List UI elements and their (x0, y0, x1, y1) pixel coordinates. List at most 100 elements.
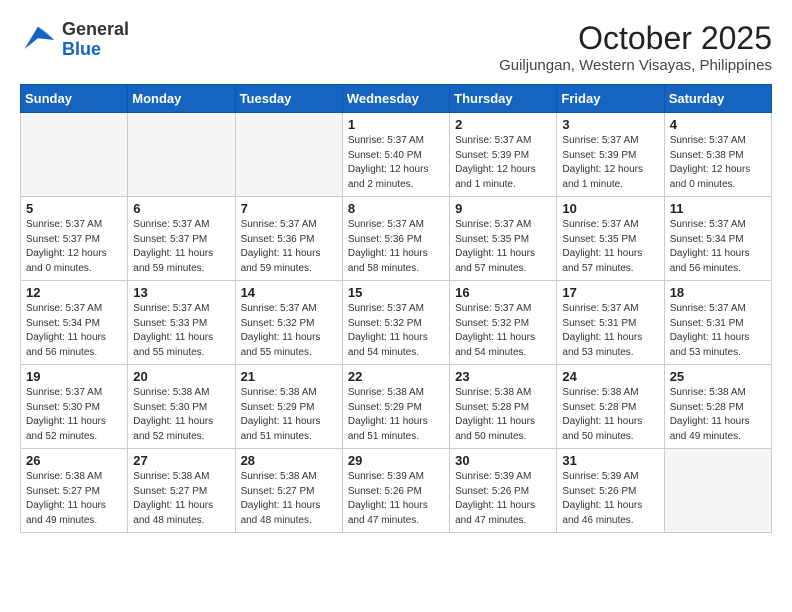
location-title: Guiljungan, Western Visayas, Philippines (499, 57, 772, 74)
calendar-week-row: 5Sunrise: 5:37 AMSunset: 5:37 PMDaylight… (21, 197, 772, 281)
day-info: Sunrise: 5:37 AMSunset: 5:34 PMDaylight:… (26, 302, 122, 360)
weekday-header-cell: Sunday (21, 85, 128, 113)
day-info: Sunrise: 5:37 AMSunset: 5:34 PMDaylight:… (670, 218, 766, 276)
day-info: Sunrise: 5:38 AMSunset: 5:30 PMDaylight:… (133, 386, 229, 444)
day-number: 25 (670, 369, 766, 384)
day-info: Sunrise: 5:37 AMSunset: 5:38 PMDaylight:… (670, 134, 766, 192)
calendar-day-cell: 13 Sunrise: 5:37 AMSunset: 5:33 PMDayligh… (128, 281, 235, 365)
weekday-header-cell: Wednesday (342, 85, 449, 113)
calendar-day-cell: 25Sunrise: 5:38 AMSunset: 5:28 PMDayligh… (664, 365, 771, 449)
calendar-day-cell: 18 Sunrise: 5:37 AMSunset: 5:31 PMDayligh… (664, 281, 771, 365)
calendar-day-cell: 20 Sunrise: 5:38 AMSunset: 5:30 PMDayligh… (128, 365, 235, 449)
day-info: Sunrise: 5:37 AMSunset: 5:30 PMDaylight:… (26, 386, 122, 444)
day-number: 3 (562, 117, 658, 132)
day-info: Sunrise: 5:37 AMSunset: 5:35 PMDaylight:… (562, 218, 658, 276)
calendar-week-row: 26 Sunrise: 5:38 AMSunset: 5:27 PMDayligh… (21, 449, 772, 533)
day-number: 9 (455, 201, 551, 216)
day-number: 23 (455, 369, 551, 384)
calendar-day-cell: 31 Sunrise: 5:39 AMSunset: 5:26 PMDayligh… (557, 449, 664, 533)
calendar-day-cell: 11 Sunrise: 5:37 AMSunset: 5:34 PMDayligh… (664, 197, 771, 281)
calendar-day-cell: 1Sunrise: 5:37 AMSunset: 5:40 PMDaylight… (342, 113, 449, 197)
calendar-body: 1Sunrise: 5:37 AMSunset: 5:40 PMDaylight… (21, 113, 772, 533)
day-number: 19 (26, 369, 122, 384)
day-number: 17 (562, 285, 658, 300)
day-info: Sunrise: 5:39 AMSunset: 5:26 PMDaylight:… (562, 470, 658, 528)
day-info: Sunrise: 5:37 AMSunset: 5:37 PMDaylight:… (26, 218, 122, 276)
day-number: 26 (26, 453, 122, 468)
day-info: Sunrise: 5:38 AMSunset: 5:27 PMDaylight:… (241, 470, 337, 528)
day-info: Sunrise: 5:37 AMSunset: 5:37 PMDaylight:… (133, 218, 229, 276)
calendar-day-cell: 8 Sunrise: 5:37 AMSunset: 5:36 PMDaylight… (342, 197, 449, 281)
day-number: 27 (133, 453, 229, 468)
day-number: 29 (348, 453, 444, 468)
calendar-week-row: 12Sunrise: 5:37 AMSunset: 5:34 PMDayligh… (21, 281, 772, 365)
weekday-header-cell: Thursday (450, 85, 557, 113)
day-number: 6 (133, 201, 229, 216)
calendar-day-cell: 23Sunrise: 5:38 AMSunset: 5:28 PMDayligh… (450, 365, 557, 449)
calendar-day-cell: 7 Sunrise: 5:37 AMSunset: 5:36 PMDaylight… (235, 197, 342, 281)
day-number: 16 (455, 285, 551, 300)
day-info: Sunrise: 5:37 AMSunset: 5:39 PMDaylight:… (455, 134, 551, 192)
calendar-day-cell (21, 113, 128, 197)
logo-general-text: General (62, 19, 129, 39)
day-number: 20 (133, 369, 229, 384)
day-number: 31 (562, 453, 658, 468)
calendar-day-cell: 26 Sunrise: 5:38 AMSunset: 5:27 PMDayligh… (21, 449, 128, 533)
calendar-week-row: 19 Sunrise: 5:37 AMSunset: 5:30 PMDayligh… (21, 365, 772, 449)
calendar-day-cell: 12Sunrise: 5:37 AMSunset: 5:34 PMDayligh… (21, 281, 128, 365)
day-number: 11 (670, 201, 766, 216)
title-section: October 2025 Guiljungan, Western Visayas… (499, 20, 772, 74)
calendar-day-cell: 19 Sunrise: 5:37 AMSunset: 5:30 PMDayligh… (21, 365, 128, 449)
calendar-day-cell: 14 Sunrise: 5:37 AMSunset: 5:32 PMDayligh… (235, 281, 342, 365)
calendar-day-cell: 30Sunrise: 5:39 AMSunset: 5:26 PMDayligh… (450, 449, 557, 533)
day-number: 4 (670, 117, 766, 132)
calendar-day-cell: 3Sunrise: 5:37 AMSunset: 5:39 PMDaylight… (557, 113, 664, 197)
weekday-header-cell: Tuesday (235, 85, 342, 113)
day-number: 7 (241, 201, 337, 216)
calendar-day-cell (235, 113, 342, 197)
day-number: 24 (562, 369, 658, 384)
day-number: 14 (241, 285, 337, 300)
day-number: 10 (562, 201, 658, 216)
day-info: Sunrise: 5:37 AMSunset: 5:31 PMDaylight:… (670, 302, 766, 360)
month-title: October 2025 (499, 20, 772, 57)
calendar-week-row: 1Sunrise: 5:37 AMSunset: 5:40 PMDaylight… (21, 113, 772, 197)
weekday-header-cell: Saturday (664, 85, 771, 113)
calendar-day-cell: 24 Sunrise: 5:38 AMSunset: 5:28 PMDayligh… (557, 365, 664, 449)
calendar-day-cell (664, 449, 771, 533)
day-number: 13 (133, 285, 229, 300)
calendar-day-cell: 21Sunrise: 5:38 AMSunset: 5:29 PMDayligh… (235, 365, 342, 449)
day-info: Sunrise: 5:37 AMSunset: 5:32 PMDaylight:… (455, 302, 551, 360)
day-number: 30 (455, 453, 551, 468)
calendar-day-cell: 17Sunrise: 5:37 AMSunset: 5:31 PMDayligh… (557, 281, 664, 365)
logo-icon (20, 22, 56, 58)
day-info: Sunrise: 5:38 AMSunset: 5:29 PMDaylight:… (241, 386, 337, 444)
day-info: Sunrise: 5:37 AMSunset: 5:35 PMDaylight:… (455, 218, 551, 276)
day-info: Sunrise: 5:38 AMSunset: 5:27 PMDaylight:… (133, 470, 229, 528)
calendar: SundayMondayTuesdayWednesdayThursdayFrid… (20, 84, 772, 533)
day-info: Sunrise: 5:37 AMSunset: 5:36 PMDaylight:… (241, 218, 337, 276)
weekday-header-row: SundayMondayTuesdayWednesdayThursdayFrid… (21, 85, 772, 113)
day-number: 1 (348, 117, 444, 132)
calendar-day-cell (128, 113, 235, 197)
calendar-day-cell: 5Sunrise: 5:37 AMSunset: 5:37 PMDaylight… (21, 197, 128, 281)
calendar-day-cell: 4 Sunrise: 5:37 AMSunset: 5:38 PMDaylight… (664, 113, 771, 197)
day-info: Sunrise: 5:37 AMSunset: 5:33 PMDaylight:… (133, 302, 229, 360)
day-number: 8 (348, 201, 444, 216)
calendar-day-cell: 2 Sunrise: 5:37 AMSunset: 5:39 PMDaylight… (450, 113, 557, 197)
day-info: Sunrise: 5:37 AMSunset: 5:36 PMDaylight:… (348, 218, 444, 276)
day-info: Sunrise: 5:38 AMSunset: 5:27 PMDaylight:… (26, 470, 122, 528)
day-info: Sunrise: 5:38 AMSunset: 5:28 PMDaylight:… (562, 386, 658, 444)
day-number: 15 (348, 285, 444, 300)
calendar-day-cell: 27 Sunrise: 5:38 AMSunset: 5:27 PMDayligh… (128, 449, 235, 533)
day-info: Sunrise: 5:37 AMSunset: 5:32 PMDaylight:… (241, 302, 337, 360)
day-number: 2 (455, 117, 551, 132)
header: General Blue October 2025 Guiljungan, We… (20, 20, 772, 74)
day-info: Sunrise: 5:38 AMSunset: 5:29 PMDaylight:… (348, 386, 444, 444)
calendar-day-cell: 10 Sunrise: 5:37 AMSunset: 5:35 PMDayligh… (557, 197, 664, 281)
weekday-header-cell: Monday (128, 85, 235, 113)
logo-blue-text: Blue (62, 39, 101, 59)
calendar-day-cell: 15Sunrise: 5:37 AMSunset: 5:32 PMDayligh… (342, 281, 449, 365)
day-number: 18 (670, 285, 766, 300)
day-info: Sunrise: 5:39 AMSunset: 5:26 PMDaylight:… (348, 470, 444, 528)
